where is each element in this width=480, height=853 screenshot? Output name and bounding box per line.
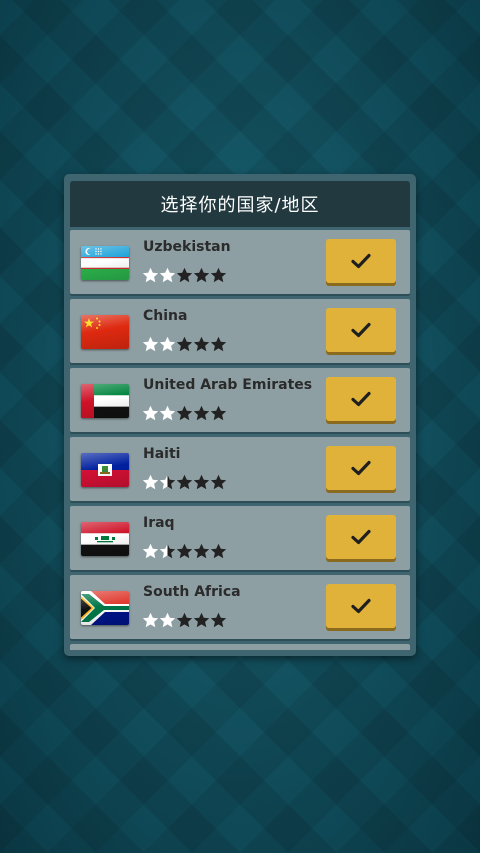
star-empty-icon xyxy=(210,612,227,628)
star-filled-icon xyxy=(159,612,176,628)
star-empty-icon xyxy=(176,405,193,421)
country-name: United Arab Emirates xyxy=(143,377,313,393)
country-name: Haiti xyxy=(143,446,181,462)
country-name: Uzbekistan xyxy=(143,239,231,255)
star-empty-icon xyxy=(176,474,193,490)
star-empty-icon xyxy=(193,267,210,283)
check-icon xyxy=(351,253,371,269)
country-list[interactable]: Uzbekistan China United Arab Emirates Ha… xyxy=(70,230,410,650)
rating-stars xyxy=(142,474,227,491)
star-empty-icon xyxy=(193,405,210,421)
star-filled-icon xyxy=(142,543,159,559)
star-empty-icon xyxy=(210,405,227,421)
page-title: 选择你的国家/地区 xyxy=(160,195,320,216)
iraq-flag xyxy=(81,522,129,556)
country-row-south-africa[interactable]: South Africa xyxy=(70,575,410,639)
check-icon xyxy=(351,529,371,545)
uae-flag xyxy=(81,384,129,418)
star-filled-icon xyxy=(142,405,159,421)
country-select-panel: 选择你的国家/地区 Uzbekistan China United Arab E… xyxy=(64,174,416,656)
rating-stars xyxy=(142,336,227,353)
china-flag xyxy=(81,315,129,349)
rating-stars xyxy=(142,405,227,422)
select-country-button[interactable] xyxy=(326,239,396,283)
star-empty-icon xyxy=(176,612,193,628)
rating-stars xyxy=(142,267,227,284)
country-name: Iraq xyxy=(143,515,175,531)
star-filled-icon xyxy=(159,336,176,352)
rating-stars xyxy=(142,543,227,560)
star-filled-icon xyxy=(142,267,159,283)
check-icon xyxy=(351,322,371,338)
select-country-button[interactable] xyxy=(326,515,396,559)
country-row-haiti[interactable]: Haiti xyxy=(70,437,410,501)
star-filled-icon xyxy=(159,405,176,421)
country-row-iraq[interactable]: Iraq xyxy=(70,506,410,570)
star-filled-icon xyxy=(142,612,159,628)
check-icon xyxy=(351,460,371,476)
star-empty-icon xyxy=(176,543,193,559)
select-country-button[interactable] xyxy=(326,377,396,421)
country-row-china[interactable]: China xyxy=(70,299,410,363)
star-empty-icon xyxy=(210,267,227,283)
star-empty-icon xyxy=(193,612,210,628)
star-empty-icon xyxy=(210,543,227,559)
south-africa-flag xyxy=(81,591,129,625)
rating-stars xyxy=(142,612,227,629)
star-empty-icon xyxy=(193,336,210,352)
star-filled-icon xyxy=(142,474,159,490)
list-item-partial xyxy=(70,644,410,650)
select-country-button[interactable] xyxy=(326,446,396,490)
check-icon xyxy=(351,391,371,407)
haiti-flag xyxy=(81,453,129,487)
country-name: China xyxy=(143,308,188,324)
star-empty-icon xyxy=(193,543,210,559)
star-empty-icon xyxy=(176,267,193,283)
star-empty-icon xyxy=(210,336,227,352)
star-filled-icon xyxy=(142,336,159,352)
star-half-icon xyxy=(159,474,176,490)
star-empty-icon xyxy=(193,474,210,490)
country-name: South Africa xyxy=(143,584,241,600)
country-row-uae[interactable]: United Arab Emirates xyxy=(70,368,410,432)
country-row-uzbekistan[interactable]: Uzbekistan xyxy=(70,230,410,294)
star-empty-icon xyxy=(210,474,227,490)
star-half-icon xyxy=(159,543,176,559)
uzbekistan-flag xyxy=(81,246,129,280)
select-country-button[interactable] xyxy=(326,584,396,628)
star-empty-icon xyxy=(176,336,193,352)
star-filled-icon xyxy=(159,267,176,283)
select-country-button[interactable] xyxy=(326,308,396,352)
check-icon xyxy=(351,598,371,614)
panel-header: 选择你的国家/地区 xyxy=(70,181,410,227)
